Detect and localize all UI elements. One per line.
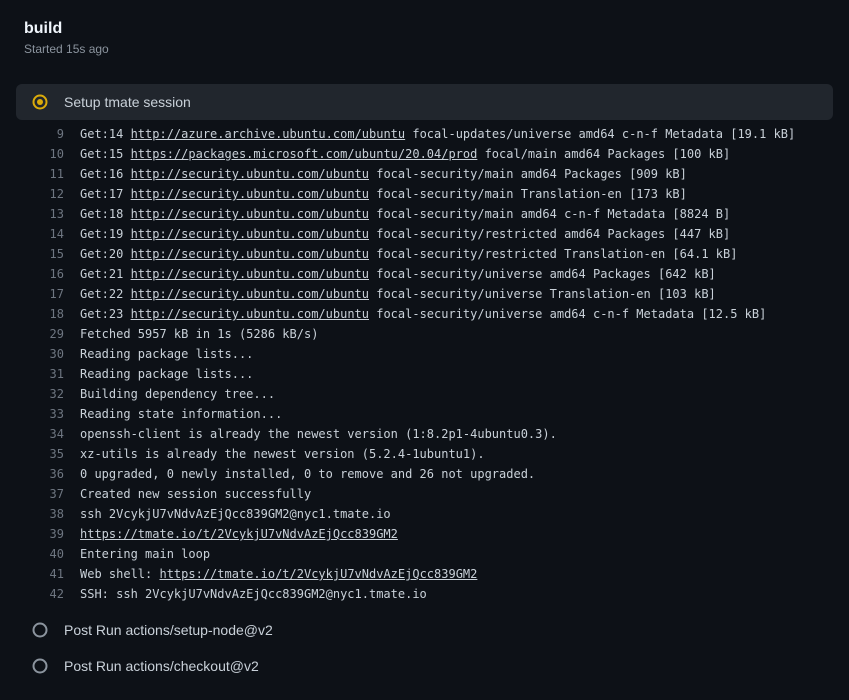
step-label: Setup tmate session [64, 94, 191, 110]
log-line: 33Reading state information... [16, 404, 833, 424]
step-post-checkout[interactable]: Post Run actions/checkout@v2 [16, 648, 833, 684]
step-setup-tmate[interactable]: Setup tmate session [16, 84, 833, 120]
line-number: 29 [16, 324, 80, 344]
line-content: Building dependency tree... [80, 384, 833, 404]
line-number: 16 [16, 264, 80, 284]
line-number: 15 [16, 244, 80, 264]
line-content: Reading package lists... [80, 364, 833, 384]
log-link[interactable]: http://security.ubuntu.com/ubuntu [131, 267, 369, 281]
line-content: Get:20 http://security.ubuntu.com/ubuntu… [80, 244, 833, 264]
line-number: 9 [16, 124, 80, 144]
line-content: Get:14 http://azure.archive.ubuntu.com/u… [80, 124, 833, 144]
line-content: Get:23 http://security.ubuntu.com/ubuntu… [80, 304, 833, 324]
steps-container: Setup tmate session 9Get:14 http://azure… [0, 72, 849, 684]
log-link[interactable]: http://security.ubuntu.com/ubuntu [131, 287, 369, 301]
line-content: 0 upgraded, 0 newly installed, 0 to remo… [80, 464, 833, 484]
line-number: 39 [16, 524, 80, 544]
line-number: 35 [16, 444, 80, 464]
line-content: https://tmate.io/t/2VcykjU7vNdvAzEjQcc83… [80, 524, 833, 544]
log-line: 17Get:22 http://security.ubuntu.com/ubun… [16, 284, 833, 304]
line-content: Reading package lists... [80, 344, 833, 364]
log-line: 12Get:17 http://security.ubuntu.com/ubun… [16, 184, 833, 204]
log-line: 35xz-utils is already the newest version… [16, 444, 833, 464]
line-content: Get:19 http://security.ubuntu.com/ubuntu… [80, 224, 833, 244]
line-number: 32 [16, 384, 80, 404]
line-content: Get:15 https://packages.microsoft.com/ub… [80, 144, 833, 164]
line-content: Reading state information... [80, 404, 833, 424]
log-line: 37Created new session successfully [16, 484, 833, 504]
log-line: 14Get:19 http://security.ubuntu.com/ubun… [16, 224, 833, 244]
line-content: Web shell: https://tmate.io/t/2VcykjU7vN… [80, 564, 833, 584]
job-header: build Started 15s ago [0, 0, 849, 72]
job-subtitle: Started 15s ago [24, 42, 825, 56]
log-line: 15Get:20 http://security.ubuntu.com/ubun… [16, 244, 833, 264]
log-line: 42SSH: ssh 2VcykjU7vNdvAzEjQcc839GM2@nyc… [16, 584, 833, 604]
log-link[interactable]: https://tmate.io/t/2VcykjU7vNdvAzEjQcc83… [80, 527, 398, 541]
line-number: 12 [16, 184, 80, 204]
line-number: 30 [16, 344, 80, 364]
line-content: ssh 2VcykjU7vNdvAzEjQcc839GM2@nyc1.tmate… [80, 504, 833, 524]
log-line: 39https://tmate.io/t/2VcykjU7vNdvAzEjQcc… [16, 524, 833, 544]
line-content: Get:17 http://security.ubuntu.com/ubuntu… [80, 184, 833, 204]
log-line: 30Reading package lists... [16, 344, 833, 364]
line-content: Fetched 5957 kB in 1s (5286 kB/s) [80, 324, 833, 344]
line-content: Get:16 http://security.ubuntu.com/ubuntu… [80, 164, 833, 184]
pending-icon [32, 622, 48, 638]
line-number: 41 [16, 564, 80, 584]
log-link[interactable]: http://security.ubuntu.com/ubuntu [131, 167, 369, 181]
line-number: 37 [16, 484, 80, 504]
log-link[interactable]: http://security.ubuntu.com/ubuntu [131, 227, 369, 241]
log-link[interactable]: http://security.ubuntu.com/ubuntu [131, 207, 369, 221]
log-link[interactable]: http://security.ubuntu.com/ubuntu [131, 187, 369, 201]
log-link[interactable]: http://security.ubuntu.com/ubuntu [131, 247, 369, 261]
log-line: 31Reading package lists... [16, 364, 833, 384]
log-link[interactable]: https://packages.microsoft.com/ubuntu/20… [131, 147, 478, 161]
line-content: openssh-client is already the newest ver… [80, 424, 833, 444]
line-content: SSH: ssh 2VcykjU7vNdvAzEjQcc839GM2@nyc1.… [80, 584, 833, 604]
line-number: 38 [16, 504, 80, 524]
log-link[interactable]: http://azure.archive.ubuntu.com/ubuntu [131, 127, 406, 141]
line-content: Get:18 http://security.ubuntu.com/ubuntu… [80, 204, 833, 224]
line-number: 11 [16, 164, 80, 184]
log-line: 18Get:23 http://security.ubuntu.com/ubun… [16, 304, 833, 324]
line-content: Created new session successfully [80, 484, 833, 504]
line-number: 33 [16, 404, 80, 424]
log-line: 41Web shell: https://tmate.io/t/2VcykjU7… [16, 564, 833, 584]
line-content: xz-utils is already the newest version (… [80, 444, 833, 464]
log-link[interactable]: http://security.ubuntu.com/ubuntu [131, 307, 369, 321]
log-line: 13Get:18 http://security.ubuntu.com/ubun… [16, 204, 833, 224]
line-number: 10 [16, 144, 80, 164]
step-post-setup-node[interactable]: Post Run actions/setup-node@v2 [16, 612, 833, 648]
line-number: 31 [16, 364, 80, 384]
log-line: 11Get:16 http://security.ubuntu.com/ubun… [16, 164, 833, 184]
log-line: 40Entering main loop [16, 544, 833, 564]
line-number: 42 [16, 584, 80, 604]
line-number: 40 [16, 544, 80, 564]
line-content: Entering main loop [80, 544, 833, 564]
line-content: Get:21 http://security.ubuntu.com/ubuntu… [80, 264, 833, 284]
log-line: 10Get:15 https://packages.microsoft.com/… [16, 144, 833, 164]
line-number: 18 [16, 304, 80, 324]
line-number: 13 [16, 204, 80, 224]
log-line: 360 upgraded, 0 newly installed, 0 to re… [16, 464, 833, 484]
log-line: 38ssh 2VcykjU7vNdvAzEjQcc839GM2@nyc1.tma… [16, 504, 833, 524]
log-line: 32Building dependency tree... [16, 384, 833, 404]
log-line: 29Fetched 5957 kB in 1s (5286 kB/s) [16, 324, 833, 344]
log-line: 34openssh-client is already the newest v… [16, 424, 833, 444]
job-title: build [24, 20, 825, 38]
log-line: 9Get:14 http://azure.archive.ubuntu.com/… [16, 124, 833, 144]
log-link[interactable]: https://tmate.io/t/2VcykjU7vNdvAzEjQcc83… [159, 567, 477, 581]
line-number: 14 [16, 224, 80, 244]
pending-icon [32, 658, 48, 674]
log-output[interactable]: 9Get:14 http://azure.archive.ubuntu.com/… [16, 120, 833, 612]
step-label: Post Run actions/setup-node@v2 [64, 622, 273, 638]
step-label: Post Run actions/checkout@v2 [64, 658, 259, 674]
line-number: 17 [16, 284, 80, 304]
line-number: 34 [16, 424, 80, 444]
line-content: Get:22 http://security.ubuntu.com/ubuntu… [80, 284, 833, 304]
log-line: 16Get:21 http://security.ubuntu.com/ubun… [16, 264, 833, 284]
running-icon [32, 94, 48, 110]
line-number: 36 [16, 464, 80, 484]
